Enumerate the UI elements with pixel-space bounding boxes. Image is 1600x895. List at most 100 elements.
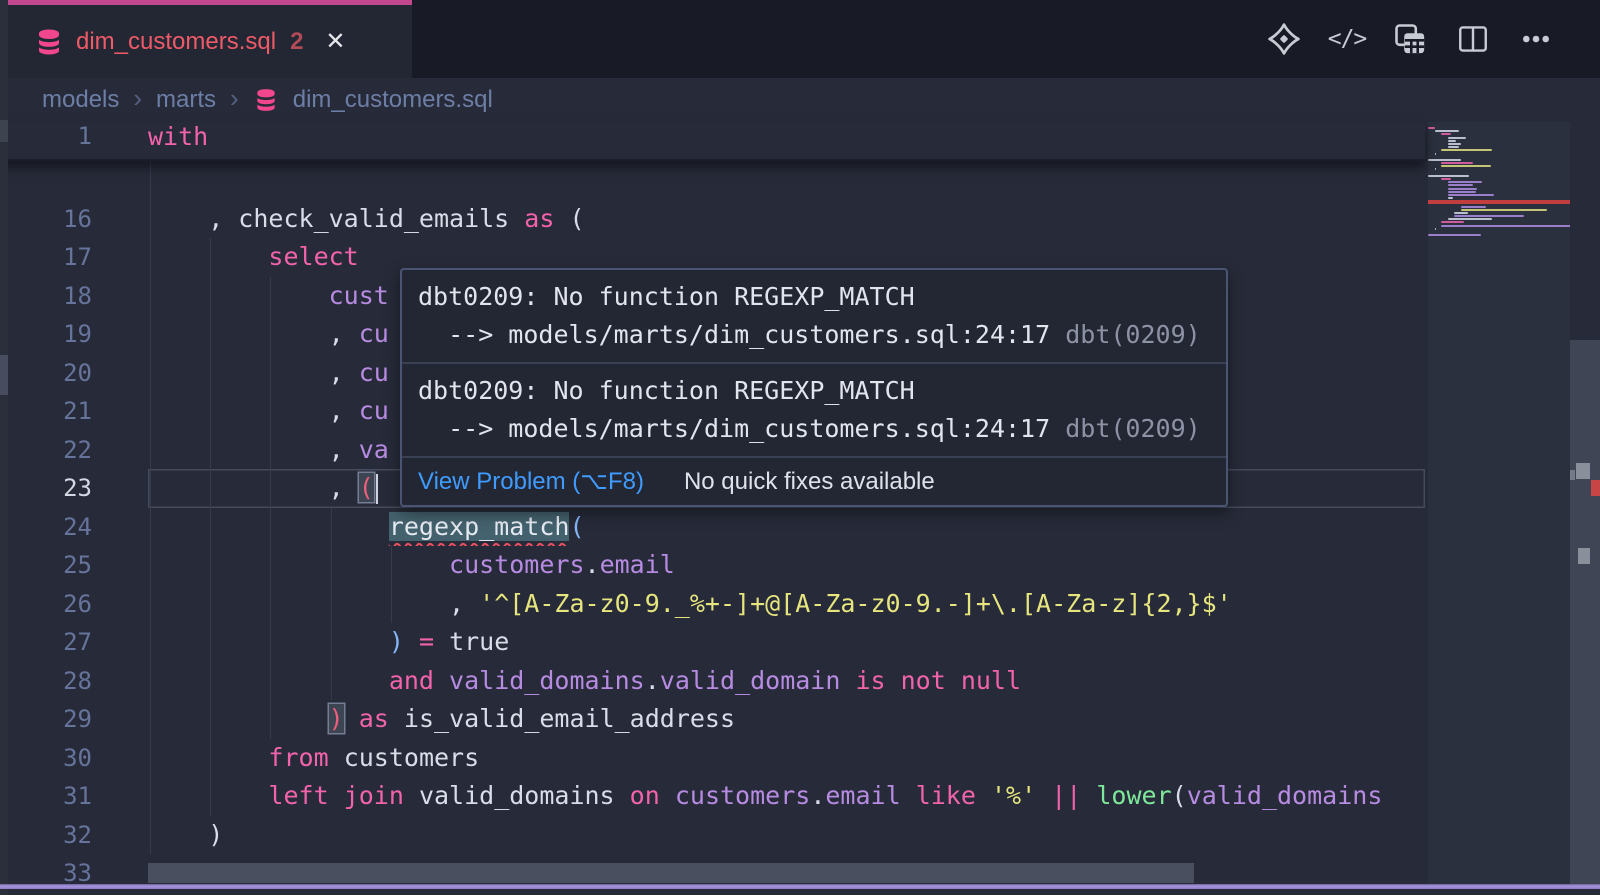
minimap-line xyxy=(1441,225,1570,227)
line-number: 24 xyxy=(0,508,148,547)
no-quick-fixes-label: No quick fixes available xyxy=(684,468,935,496)
minimap-line xyxy=(1454,215,1523,217)
breadcrumb-models[interactable]: models xyxy=(42,86,119,114)
minimap-content xyxy=(1428,127,1570,236)
window-bottom-border xyxy=(0,884,1600,889)
minimap-line xyxy=(1428,127,1435,129)
minimap-line xyxy=(1441,221,1464,223)
overview-ruler-error-mark xyxy=(1591,480,1600,496)
breadcrumb-file[interactable]: dim_customers.sql xyxy=(293,86,493,114)
breadcrumb-marts[interactable]: marts xyxy=(156,86,216,114)
code-line[interactable]: 24 regexp_match( xyxy=(0,508,1425,547)
line-number: 30 xyxy=(0,739,148,778)
sticky-line-number: 1 xyxy=(0,122,148,159)
code-line-text: ) xyxy=(148,816,1425,855)
diagnostic-entry: dbt0209: No function REGEXP_MATCH --> mo… xyxy=(402,270,1226,364)
code-line[interactable]: 26 , '^[A-Za-z0-9._%+-]+@[A-Za-z0-9.-]+\… xyxy=(0,585,1425,624)
vertical-scrollbar[interactable] xyxy=(1570,122,1600,884)
minimap-line xyxy=(1428,234,1481,236)
line-number: 16 xyxy=(0,200,148,239)
line-number: 19 xyxy=(0,315,148,354)
minimap-line xyxy=(1448,188,1478,190)
line-number: 20 xyxy=(0,354,148,393)
error-hover-tooltip: dbt0209: No function REGEXP_MATCH --> mo… xyxy=(400,268,1228,507)
code-line-text: from customers xyxy=(148,739,1425,778)
tab-title: dim_customers.sql xyxy=(76,28,276,56)
code-line[interactable]: 32 ) xyxy=(0,816,1425,855)
more-actions-icon[interactable] xyxy=(1518,21,1554,57)
code-line[interactable]: 16 , check_valid_emails as ( xyxy=(0,200,1425,239)
minimap-line xyxy=(1435,130,1460,132)
codelens-row: Preview CTE xyxy=(0,161,1425,200)
line-number: 25 xyxy=(0,546,148,585)
minimap-line xyxy=(1448,143,1461,145)
code-line[interactable]: 28 and valid_domains.valid_domain is not… xyxy=(0,662,1425,701)
breadcrumb: models › marts › dim_customers.sql xyxy=(8,78,1600,122)
line-number: 31 xyxy=(0,777,148,816)
code-line[interactable]: 29 ) as is_valid_email_address xyxy=(0,700,1425,739)
minimap-line xyxy=(1448,137,1466,139)
code-line-text: ) = true xyxy=(148,623,1425,662)
minimap-line xyxy=(1435,168,1437,170)
sticky-line-code: with xyxy=(148,122,1425,159)
diagnostic-entry: dbt0209: No function REGEXP_MATCH --> mo… xyxy=(402,364,1226,458)
minimap-line xyxy=(1448,191,1476,193)
code-line-text: regexp_match( xyxy=(148,508,1425,547)
minimap-line xyxy=(1448,218,1493,220)
minimap[interactable] xyxy=(1428,122,1570,884)
left-strip-notch xyxy=(0,355,8,395)
chevron-right-icon: › xyxy=(230,85,239,111)
database-icon xyxy=(34,27,64,57)
line-number: 32 xyxy=(0,816,148,855)
minimap-error-line xyxy=(1428,200,1570,204)
tab-problems-badge: 2 xyxy=(290,28,303,56)
dbt-logo-icon[interactable] xyxy=(1266,21,1302,57)
line-number: 28 xyxy=(0,662,148,701)
minimap-line xyxy=(1448,194,1494,196)
code-line-text: , '^[A-Za-z0-9._%+-]+@[A-Za-z0-9.-]+\.[A… xyxy=(148,585,1425,624)
split-editor-icon[interactable] xyxy=(1455,21,1491,57)
minimap-line xyxy=(1454,212,1467,214)
line-number: 21 xyxy=(0,392,148,431)
line-number: 17 xyxy=(0,238,148,277)
minimap-line xyxy=(1428,175,1469,177)
minimap-line xyxy=(1448,181,1483,183)
minimap-line xyxy=(1448,184,1473,186)
query-results-icon[interactable] xyxy=(1392,21,1428,57)
code-line-text: ) as is_valid_email_address xyxy=(148,700,1425,739)
code-line[interactable]: 25 customers.email xyxy=(0,546,1425,585)
close-tab-icon[interactable]: ✕ xyxy=(325,27,345,56)
minimap-line xyxy=(1461,209,1547,211)
view-problem-link[interactable]: View Problem (⌥F8) xyxy=(418,467,644,496)
minimap-line xyxy=(1441,133,1451,135)
hover-entries: dbt0209: No function REGEXP_MATCH --> mo… xyxy=(402,270,1226,458)
tab-bar: dim_customers.sql 2 ✕ </> xyxy=(8,0,1600,78)
editor-action-icons: </> xyxy=(1266,0,1554,78)
overview-ruler-mark xyxy=(1576,463,1590,479)
minimap-line xyxy=(1448,197,1453,199)
sticky-scroll-line[interactable]: 1 with xyxy=(0,122,1425,161)
code-line[interactable]: 30 from customers xyxy=(0,739,1425,778)
tab-dim-customers[interactable]: dim_customers.sql 2 ✕ xyxy=(8,0,412,78)
code-line-text: customers.email xyxy=(148,546,1425,585)
hover-status-bar: View Problem (⌥F8) No quick fixes availa… xyxy=(402,458,1226,505)
editor-pane: 1 with Preview CTE 16 , check_valid_emai… xyxy=(0,122,1600,884)
code-line-text: left join valid_domains on customers.ema… xyxy=(148,777,1425,816)
text-cursor xyxy=(376,474,379,504)
overview-ruler-mark xyxy=(1570,470,1575,480)
left-edge-strip xyxy=(0,0,8,895)
compiled-code-icon[interactable]: </> xyxy=(1329,21,1365,57)
minimap-line xyxy=(1448,146,1460,148)
code-line[interactable]: 31 left join valid_domains on customers.… xyxy=(0,777,1425,816)
chevron-right-icon: › xyxy=(133,85,142,111)
horizontal-scrollbar-slider[interactable] xyxy=(148,863,1194,883)
code-line[interactable]: 27 ) = true xyxy=(0,623,1425,662)
minimap-line xyxy=(1461,206,1486,208)
vertical-scrollbar-slider[interactable] xyxy=(1570,340,1600,884)
line-number: 29 xyxy=(0,700,148,739)
line-number: 23 xyxy=(0,469,148,508)
line-number: 27 xyxy=(0,623,148,662)
minimap-line xyxy=(1435,153,1437,155)
overview-ruler-mark xyxy=(1578,548,1590,564)
left-strip-notch xyxy=(0,120,8,142)
